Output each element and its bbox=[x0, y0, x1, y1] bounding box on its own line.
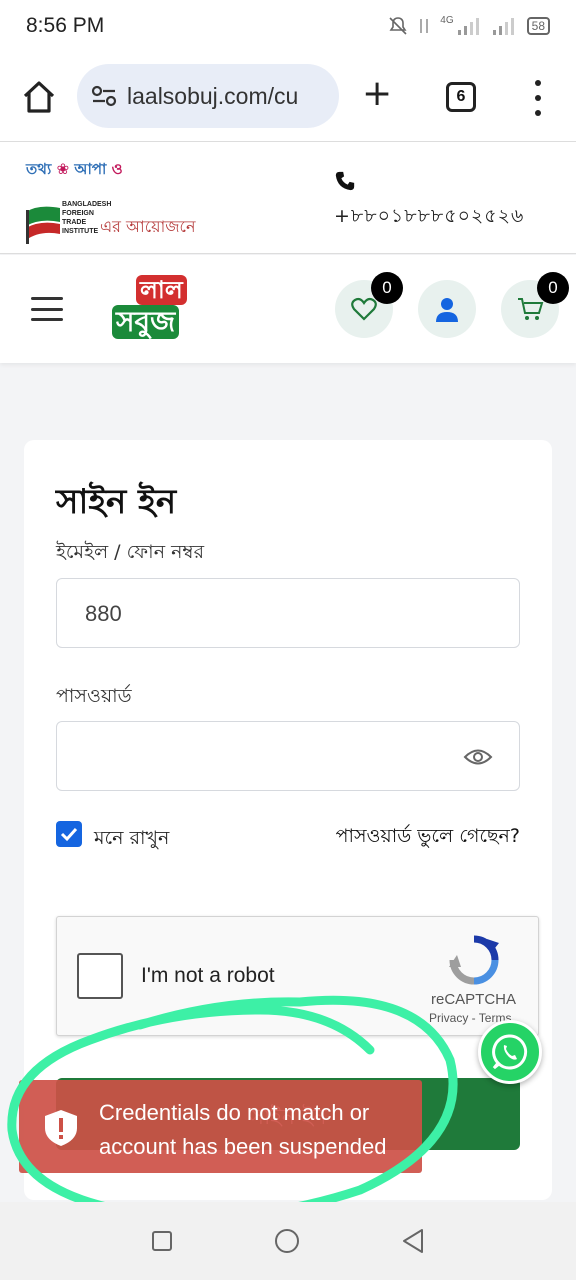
network-type: 4G bbox=[440, 14, 454, 26]
whatsapp-button[interactable] bbox=[478, 1020, 542, 1084]
site-settings-icon[interactable] bbox=[91, 85, 117, 107]
site-logo[interactable]: লাল সবুজ bbox=[112, 275, 192, 341]
wishlist-count-badge: 0 bbox=[371, 272, 403, 304]
cart-icon bbox=[518, 298, 544, 320]
browser-menu-button[interactable] bbox=[528, 80, 548, 116]
system-nav-bar bbox=[0, 1202, 576, 1280]
user-icon bbox=[436, 298, 458, 322]
recaptcha-widget: I'm not a robot reCAPTCHA Privacy - Term… bbox=[56, 916, 539, 1036]
password-field[interactable] bbox=[56, 721, 520, 791]
heart-icon bbox=[351, 297, 377, 321]
page-title: সাইন ইন bbox=[56, 482, 177, 522]
institute-line1: BANGLADESH bbox=[62, 201, 112, 208]
mute-icon bbox=[389, 17, 407, 35]
toast-message: Credentials do not match or account has … bbox=[99, 1100, 387, 1159]
promo-arrangement: এর আয়োজনে bbox=[100, 217, 196, 236]
new-tab-button[interactable]: + bbox=[362, 76, 392, 112]
home-icon[interactable] bbox=[20, 78, 58, 116]
status-bar: 8:56 PM 4G 58 bbox=[0, 0, 576, 52]
cart-button[interactable]: 0 bbox=[501, 272, 569, 338]
url-text: laalsobuj.com/cu bbox=[127, 82, 299, 109]
forgot-password-link[interactable]: পাসওয়ার্ড ভুলে গেছেন? bbox=[336, 822, 520, 854]
promo-tagline: তথ্য ❀ আপা ও bbox=[26, 158, 123, 183]
phone-number[interactable]: +৮৮০১৮৮৮৫০২৫২৬ bbox=[334, 202, 524, 234]
recaptcha-logo-icon bbox=[449, 935, 499, 985]
logo-bottom-text: সবুজ bbox=[112, 305, 180, 339]
whatsapp-icon bbox=[492, 1034, 528, 1070]
hamburger-menu-icon[interactable] bbox=[31, 297, 63, 321]
data-arrows-icon bbox=[420, 19, 429, 33]
address-bar[interactable]: laalsobuj.com/cu bbox=[77, 64, 339, 128]
recaptcha-label: I'm not a robot bbox=[141, 964, 275, 987]
recaptcha-brand: reCAPTCHA bbox=[431, 991, 517, 1008]
error-toast[interactable]: Credentials do not match or account has … bbox=[19, 1080, 422, 1173]
shield-warning-icon bbox=[45, 1110, 77, 1146]
check-icon bbox=[60, 827, 78, 842]
recent-apps-icon[interactable] bbox=[151, 1230, 173, 1252]
cart-count-badge: 0 bbox=[537, 272, 569, 304]
tagline-figure-icon: ❀ bbox=[56, 160, 70, 178]
remember-checkbox[interactable] bbox=[56, 821, 82, 847]
eye-icon[interactable] bbox=[463, 744, 493, 770]
back-icon[interactable] bbox=[401, 1228, 425, 1254]
email-field[interactable]: 880 bbox=[56, 578, 520, 648]
tagline-part2: আপা bbox=[74, 160, 107, 178]
bfti-logo-icon bbox=[26, 206, 60, 244]
phone-icon bbox=[335, 171, 355, 191]
battery-icon: 58 bbox=[526, 17, 550, 35]
signal-icon bbox=[457, 18, 479, 35]
site-header: লাল সবুজ 0 0 bbox=[0, 255, 576, 363]
status-time: 8:56 PM bbox=[26, 14, 105, 37]
status-icons: 4G 58 bbox=[388, 14, 550, 36]
recaptcha-checkbox[interactable] bbox=[77, 953, 123, 999]
remember-label[interactable]: মনে রাখুন bbox=[94, 824, 169, 856]
account-button[interactable] bbox=[418, 280, 476, 338]
email-value: 880 bbox=[85, 601, 122, 626]
home-nav-icon[interactable] bbox=[274, 1228, 300, 1254]
browser-toolbar: laalsobuj.com/cu + 6 bbox=[0, 52, 576, 142]
email-label: ইমেইল / ফোন নম্বর bbox=[56, 541, 205, 563]
signal-icon-2 bbox=[492, 18, 514, 35]
logo-top-text: লাল bbox=[136, 275, 187, 305]
password-label: পাসওয়ার্ড bbox=[56, 685, 132, 707]
wishlist-button[interactable]: 0 bbox=[335, 272, 403, 338]
promo-banner: তথ্য ❀ আপা ও BANGLADESH FOREIGN TRADE IN… bbox=[0, 142, 576, 254]
tab-switcher-button[interactable]: 6 bbox=[446, 82, 476, 112]
tagline-part3: ও bbox=[111, 160, 123, 178]
tagline-part1: তথ্য bbox=[26, 160, 52, 178]
